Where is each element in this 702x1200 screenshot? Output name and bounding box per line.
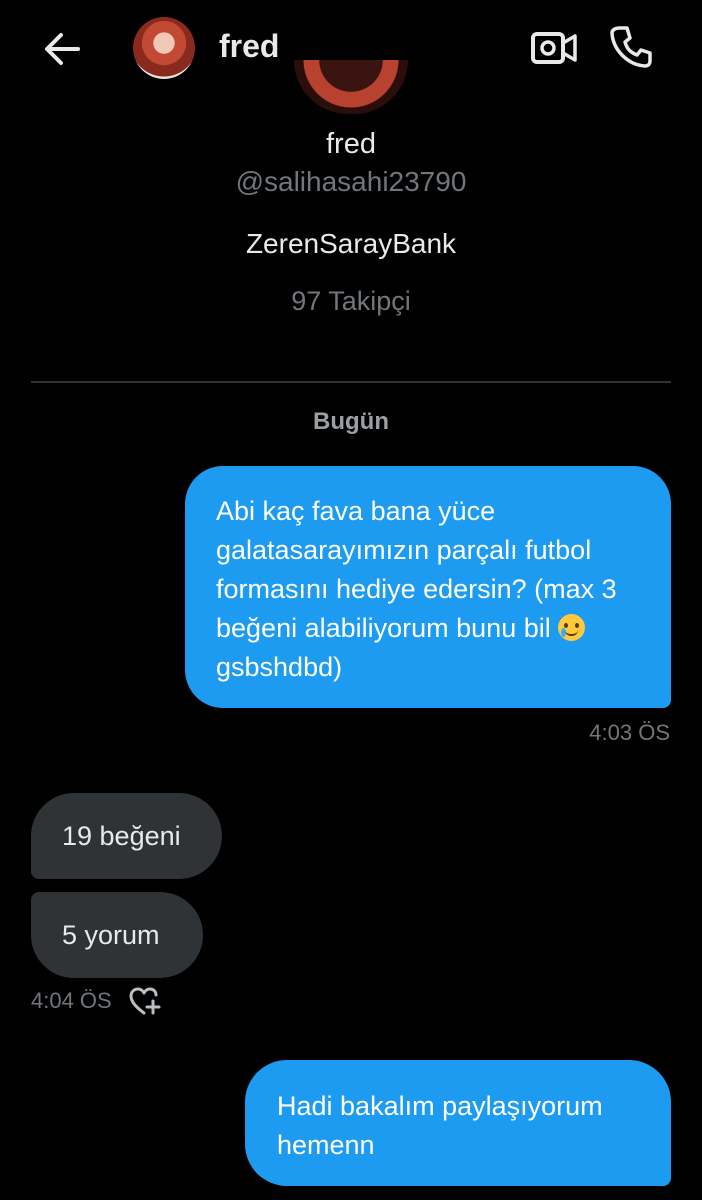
smiling-face-with-tear-icon <box>558 614 586 641</box>
message-text: 5 yorum <box>62 920 160 950</box>
message-text: 19 beğeni <box>62 821 181 851</box>
avatar[interactable] <box>133 17 195 79</box>
arrow-left-icon <box>45 33 80 65</box>
profile-bio: ZerenSarayBank <box>245 228 457 259</box>
video-call-button[interactable] <box>530 28 578 68</box>
message-bubble-incoming[interactable]: 5 yorum <box>31 892 203 978</box>
date-separator: Bugün <box>313 408 389 435</box>
message-bubble-incoming[interactable]: 19 beğeni <box>31 793 222 879</box>
message-text: Hadi bakalım paylaşıyorum hemenn <box>277 1091 603 1160</box>
message-bubble-outgoing[interactable]: Abi kaç fava bana yüce galatasarayımızın… <box>185 466 671 708</box>
divider <box>31 381 671 383</box>
voice-call-button[interactable] <box>608 24 654 70</box>
message-text: Abi kaç fava bana yüce galatasarayımızın… <box>216 496 617 643</box>
profile-name[interactable]: fred <box>0 128 702 161</box>
heart-plus-icon <box>129 987 161 1015</box>
message-text: gsbshdbd) <box>216 652 343 682</box>
video-camera-icon <box>531 32 577 64</box>
back-button[interactable] <box>40 26 86 72</box>
profile-handle[interactable]: @salihasahi23790 <box>0 166 702 198</box>
message-timestamp: 4:03 ÖS <box>589 720 670 745</box>
conversation-title[interactable]: fred <box>219 28 279 65</box>
add-reaction-button[interactable] <box>128 986 162 1016</box>
phone-icon <box>610 26 652 68</box>
profile-picture[interactable] <box>294 60 408 114</box>
followers-count: 97 Takipçi <box>291 286 411 316</box>
message-bubble-outgoing[interactable]: Hadi bakalım paylaşıyorum hemenn <box>245 1060 671 1186</box>
message-timestamp: 4:04 ÖS <box>31 988 112 1013</box>
